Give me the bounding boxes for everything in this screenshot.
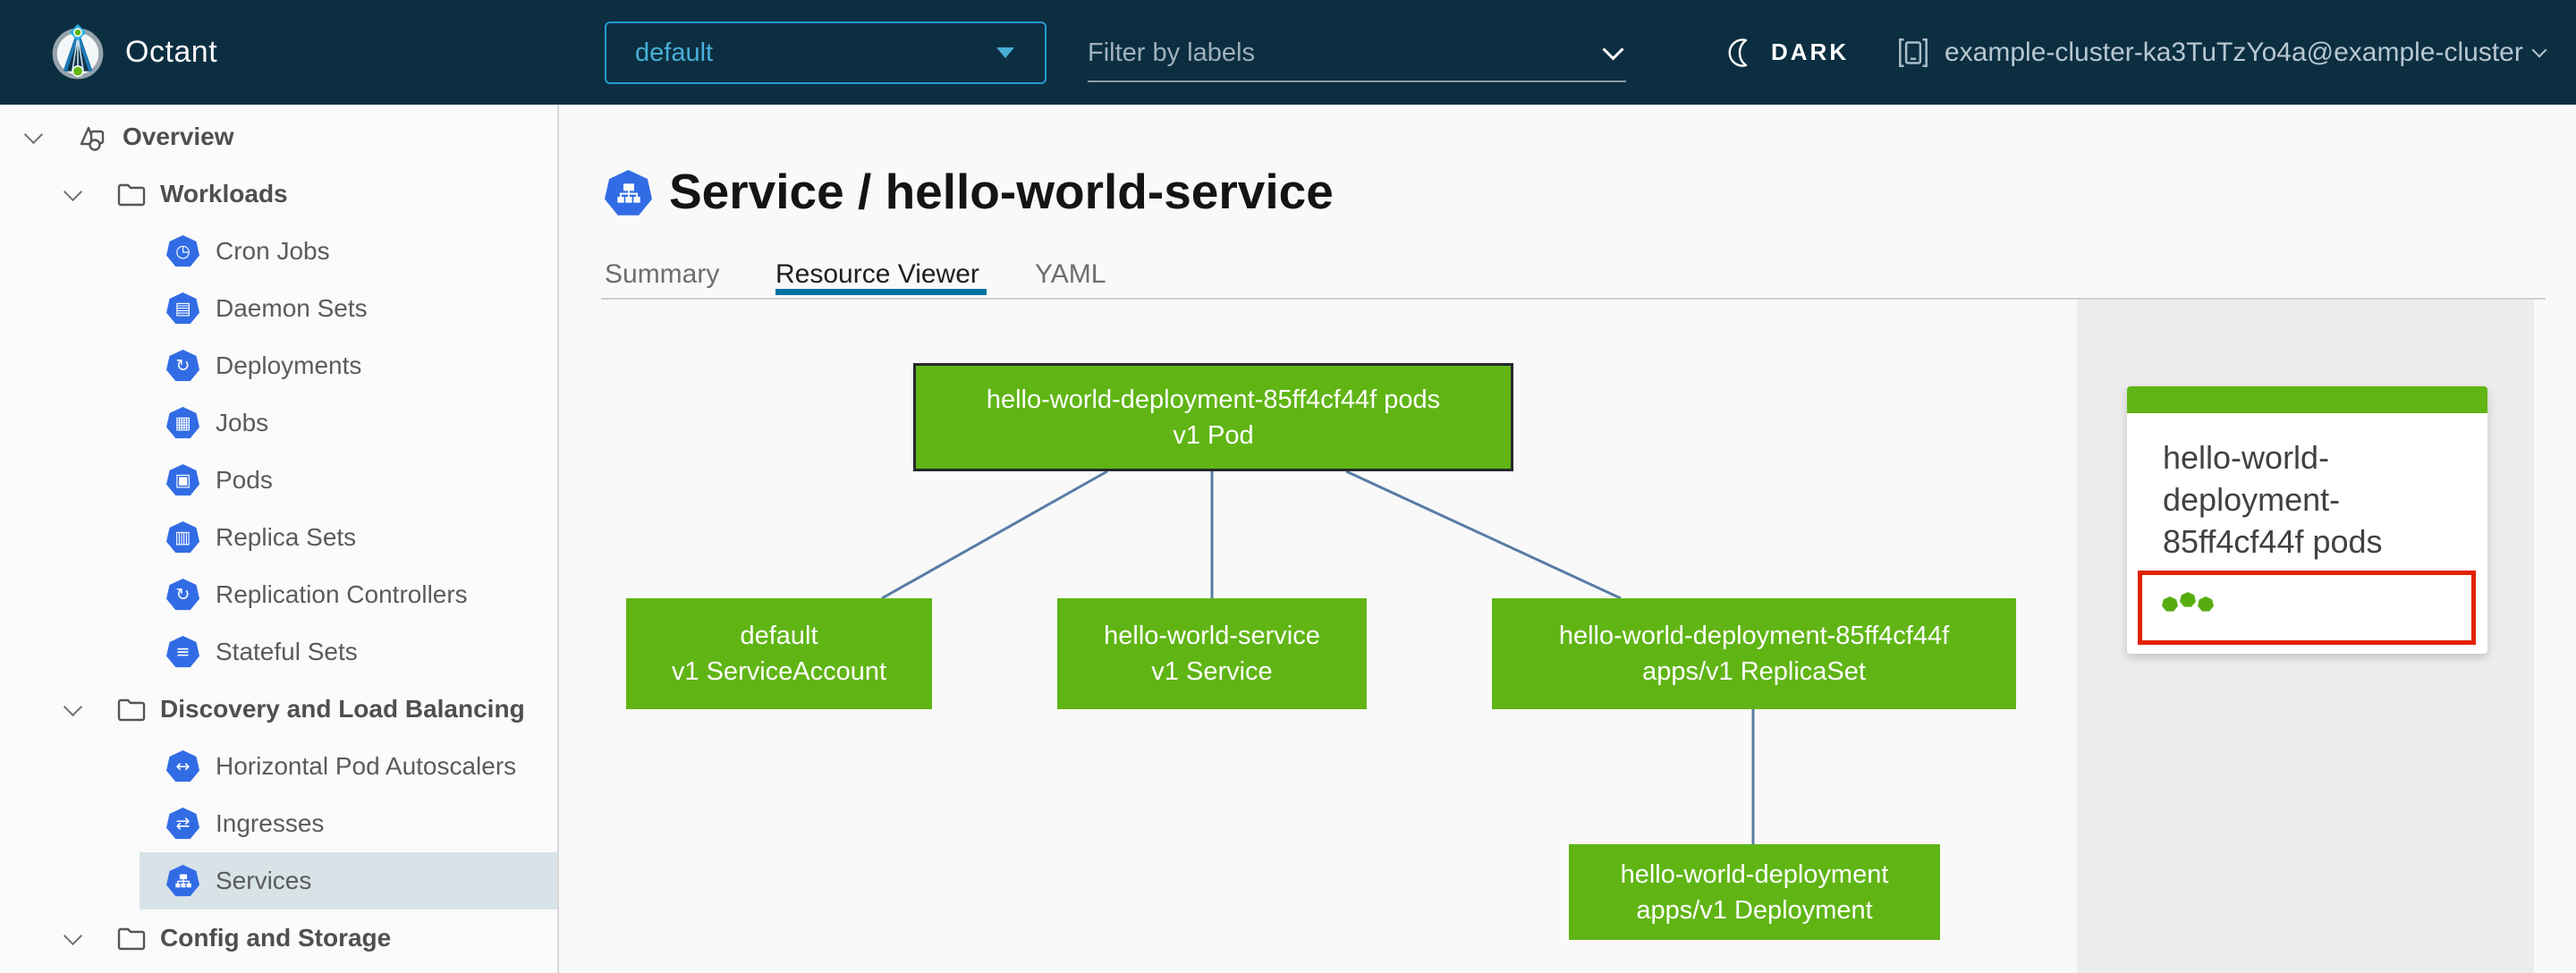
- sidebar-item-label: Replica Sets: [216, 523, 357, 551]
- active-tab-underline: [775, 289, 987, 295]
- sidebar-group-workloads[interactable]: Workloads: [0, 165, 557, 223]
- card-status-bar: [2127, 386, 2487, 413]
- tab-resource-viewer[interactable]: Resource Viewer: [775, 259, 979, 290]
- node-kind: apps/v1 ReplicaSet: [1642, 657, 1866, 686]
- graph-node-deployment[interactable]: hello-world-deployment apps/v1 Deploymen…: [1569, 844, 1940, 940]
- replicaset-icon: ▥: [166, 521, 199, 554]
- top-navigation-bar: Octant default DARK example-cluster-ka3T…: [0, 0, 2576, 105]
- sidebar-item-label: Ingresses: [216, 809, 325, 837]
- deployment-icon: ↻: [166, 350, 199, 382]
- job-icon: ▦: [166, 407, 199, 439]
- sidebar-item-replica-sets[interactable]: ▥ Replica Sets: [140, 509, 557, 566]
- pod-ok-dot-icon: [2180, 592, 2196, 607]
- namespace-dropdown[interactable]: default: [605, 21, 1046, 84]
- sidebar-item-jobs[interactable]: ▦ Jobs: [140, 394, 557, 452]
- service-icon: [166, 865, 199, 897]
- node-name: hello-world-service: [1104, 622, 1320, 650]
- label-filter: [1088, 25, 1626, 82]
- sidebar-item-horizontal-pod-autoscalers[interactable]: ↔ Horizontal Pod Autoscalers: [140, 738, 557, 795]
- sidebar-item-deployments[interactable]: ↻ Deployments: [140, 337, 557, 394]
- sidebar-group-config-and-storage[interactable]: Config and Storage: [0, 910, 557, 967]
- card-title: hello-world-deployment-85ff4cf44f pods: [2163, 439, 2383, 560]
- chevron-down-icon[interactable]: [23, 124, 44, 144]
- pod-ok-dot-icon: [2198, 596, 2214, 612]
- sidebar-item-stateful-sets[interactable]: ≡ Stateful Sets: [140, 623, 557, 681]
- node-kind: apps/v1 Deployment: [1636, 895, 1873, 925]
- sidebar-item-cron-jobs[interactable]: ◷ Cron Jobs: [140, 223, 557, 280]
- pod-status-dots: [2162, 592, 2216, 612]
- tab-summary[interactable]: Summary: [605, 259, 719, 290]
- pod-status-section-highlighted[interactable]: [2138, 571, 2476, 645]
- cluster-icon: [1899, 38, 1928, 67]
- pod-ok-dot-icon: [2162, 596, 2178, 612]
- namespace-dropdown-value: default: [635, 38, 714, 67]
- sidebar-item-overview[interactable]: Overview: [0, 108, 557, 165]
- app-title: Octant: [125, 35, 218, 69]
- node-kind: v1 Pod: [1173, 420, 1254, 450]
- graph-node-serviceaccount[interactable]: default v1 ServiceAccount: [626, 598, 932, 709]
- cluster-context-selector[interactable]: example-cluster-ka3TuTzYo4a@example-clus…: [1894, 0, 2547, 105]
- folder-icon: [117, 698, 146, 722]
- folder-icon: [117, 927, 146, 951]
- sidebar-group-label: Discovery and Load Balancing: [160, 695, 525, 723]
- sidebar-item-label: Stateful Sets: [216, 638, 358, 665]
- graph-node-replicaset[interactable]: hello-world-deployment-85ff4cf44f apps/v…: [1492, 598, 2016, 709]
- node-name: default: [740, 622, 818, 650]
- service-resource-icon: [605, 170, 652, 216]
- graph-node-pod[interactable]: hello-world-deployment-85ff4cf44f pods v…: [913, 363, 1513, 471]
- node-name: hello-world-deployment-85ff4cf44f: [1558, 622, 1950, 650]
- selected-node-card: hello-world-deployment-85ff4cf44f pods: [2127, 386, 2487, 654]
- context-chevron-down-icon: [2531, 42, 2547, 57]
- hpa-icon: ↔: [166, 750, 199, 783]
- sidebar-item-label: Deployments: [216, 351, 362, 379]
- node-kind: v1 Service: [1151, 657, 1273, 686]
- sidebar-item-services[interactable]: Services: [140, 852, 557, 910]
- octant-logo-icon: [48, 23, 107, 82]
- sidebar-group-label: Workloads: [160, 180, 288, 207]
- folder-icon: [117, 183, 146, 207]
- cronjob-icon: ◷: [166, 235, 199, 267]
- node-name: hello-world-deployment: [1620, 859, 1889, 889]
- navigation-sidebar: Overview Workloads ◷ Cron Jobs ▤ Daemon …: [0, 105, 559, 973]
- ingress-icon: ⇄: [166, 808, 199, 840]
- page-title: Service / hello-world-service: [669, 164, 1334, 219]
- daemonset-icon: ▤: [166, 292, 199, 325]
- tab-yaml[interactable]: YAML: [1035, 259, 1106, 290]
- statefulset-icon: ≡: [166, 636, 199, 668]
- moon-icon: [1728, 38, 1748, 67]
- node-detail-panel: hello-world-deployment-85ff4cf44f pods: [2077, 300, 2534, 973]
- chevron-down-icon[interactable]: [63, 697, 83, 716]
- chevron-down-icon[interactable]: [63, 926, 83, 945]
- overview-icon: [80, 126, 105, 151]
- sidebar-item-label: Daemon Sets: [216, 294, 368, 322]
- sidebar-item-label: Cron Jobs: [216, 237, 330, 265]
- filter-chevron-down-icon[interactable]: [1602, 38, 1624, 61]
- sidebar-item-pods[interactable]: ▣ Pods: [140, 452, 557, 509]
- dark-theme-toggle[interactable]: DARK: [1726, 0, 1849, 105]
- sidebar-item-label: Overview: [123, 123, 234, 150]
- octant-app: Octant default DARK example-cluster-ka3T…: [0, 0, 2576, 973]
- label-filter-input[interactable]: [1088, 38, 1597, 68]
- edge-pod-replicaset: [1345, 470, 1622, 600]
- chevron-down-icon[interactable]: [63, 182, 83, 201]
- sidebar-item-label: Horizontal Pod Autoscalers: [216, 752, 517, 780]
- dropdown-caret-icon: [996, 47, 1014, 58]
- sidebar-item-label: Pods: [216, 466, 273, 494]
- node-kind: v1 ServiceAccount: [671, 657, 887, 686]
- sidebar-item-label: Replication Controllers: [216, 580, 468, 608]
- sidebar-group-discovery-and-load-balancing[interactable]: Discovery and Load Balancing: [0, 681, 557, 738]
- sidebar-item-label: Services: [216, 867, 312, 894]
- sidebar-item-label: Jobs: [216, 409, 269, 436]
- sidebar-group-label: Config and Storage: [160, 924, 392, 952]
- replication-controller-icon: ↻: [166, 579, 199, 611]
- sidebar-item-daemon-sets[interactable]: ▤ Daemon Sets: [140, 280, 557, 337]
- edge-pod-serviceaccount: [881, 470, 1108, 600]
- dark-toggle-label: DARK: [1771, 38, 1850, 65]
- cluster-context-name: example-cluster-ka3TuTzYo4a@example-clus…: [1945, 37, 2523, 67]
- graph-node-service[interactable]: hello-world-service v1 Service: [1057, 598, 1367, 709]
- sidebar-item-replication-controllers[interactable]: ↻ Replication Controllers: [140, 566, 557, 623]
- pod-icon: ▣: [166, 464, 199, 496]
- sidebar-item-ingresses[interactable]: ⇄ Ingresses: [140, 795, 557, 852]
- node-name: hello-world-deployment-85ff4cf44f pods: [986, 385, 1441, 414]
